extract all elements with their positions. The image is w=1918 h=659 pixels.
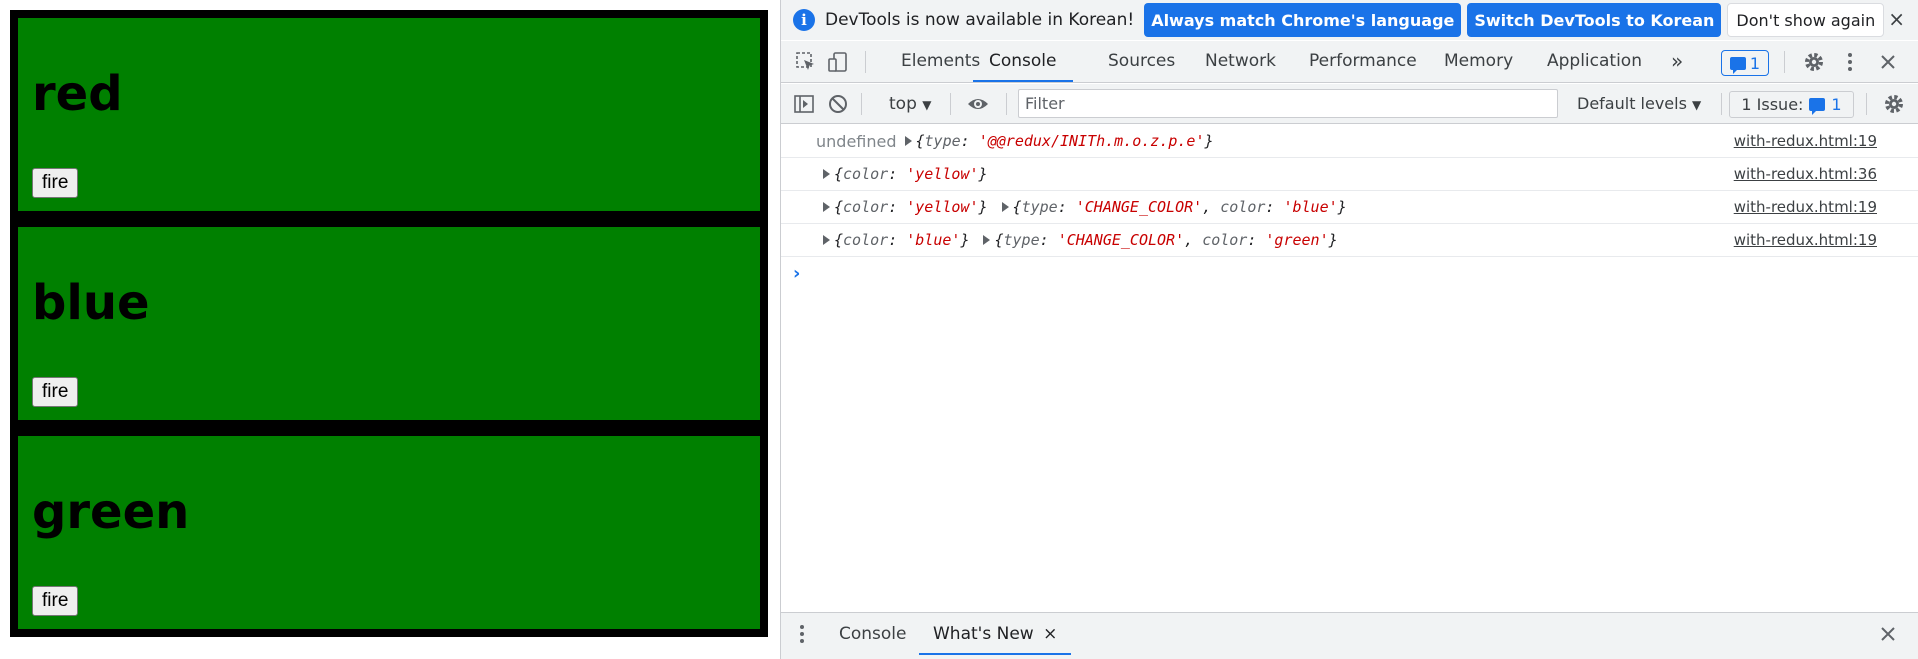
message-icon bbox=[1729, 56, 1746, 74]
info-icon: i bbox=[793, 9, 815, 31]
tab-console[interactable]: Console bbox=[973, 41, 1073, 82]
expand-triangle-icon[interactable] bbox=[983, 235, 991, 245]
fire-button[interactable]: fire bbox=[32, 377, 79, 407]
dont-show-again-button[interactable]: Don't show again bbox=[1727, 3, 1885, 37]
language-infobar: i DevTools is now available in Korean! A… bbox=[781, 0, 1918, 40]
chevron-down-icon: ▼ bbox=[922, 98, 932, 112]
tab-elements[interactable]: Elements bbox=[901, 41, 980, 82]
console-toolbar: top ▼ Default levels ▼ 1 Issue: 1 bbox=[781, 84, 1918, 124]
source-link[interactable]: with-redux.html:19 bbox=[1734, 198, 1877, 216]
web-page: red fire blue fire green fire bbox=[0, 0, 780, 659]
kebab-menu-icon[interactable] bbox=[1837, 49, 1863, 75]
match-language-button[interactable]: Always match Chrome's language bbox=[1144, 3, 1462, 37]
fire-button[interactable]: fire bbox=[32, 168, 79, 198]
box-title: blue bbox=[32, 275, 150, 331]
inspect-element-icon[interactable] bbox=[793, 49, 819, 75]
levels-label: Default levels bbox=[1577, 94, 1687, 113]
device-toolbar-icon[interactable] bbox=[825, 49, 851, 75]
close-devtools-icon[interactable] bbox=[1875, 49, 1901, 75]
console-row: {color: 'blue'} {type: 'CHANGE_COLOR', c… bbox=[781, 224, 1918, 257]
log-object[interactable]: {color: 'blue'} bbox=[834, 231, 969, 249]
tab-network[interactable]: Network bbox=[1205, 41, 1276, 82]
drawer-menu-icon[interactable] bbox=[789, 621, 815, 647]
tab-application[interactable]: Application bbox=[1547, 41, 1642, 82]
console-row: {color: 'yellow'} {type: 'CHANGE_COLOR',… bbox=[781, 191, 1918, 224]
bottom-drawer: Console What's New × bbox=[781, 612, 1918, 659]
console-row: undefined {type: '@@redux/INITh.m.o.z.p.… bbox=[781, 125, 1918, 158]
sidebar-toggle-icon[interactable] bbox=[791, 91, 817, 117]
clear-console-icon[interactable] bbox=[825, 91, 851, 117]
filter-input[interactable] bbox=[1018, 89, 1558, 118]
expand-triangle-icon[interactable] bbox=[823, 169, 830, 179]
drawer-tab-label: What's New bbox=[933, 624, 1034, 644]
box-title: green bbox=[32, 484, 190, 540]
source-link[interactable]: with-redux.html:19 bbox=[1734, 132, 1877, 150]
expand-triangle-icon[interactable] bbox=[904, 136, 912, 146]
console-prompt[interactable]: › bbox=[793, 263, 1918, 284]
log-object[interactable]: {type: 'CHANGE_COLOR', color: 'green'} bbox=[994, 231, 1337, 249]
source-link[interactable]: with-redux.html:36 bbox=[1734, 165, 1877, 183]
source-link[interactable]: with-redux.html:19 bbox=[1734, 231, 1877, 249]
color-box-blue: blue fire bbox=[10, 219, 768, 428]
fire-button[interactable]: fire bbox=[32, 586, 79, 616]
log-object[interactable]: {type: '@@redux/INITh.m.o.z.p.e'} bbox=[916, 132, 1214, 150]
log-object[interactable]: {color: 'yellow'} bbox=[834, 198, 988, 216]
messages-count: 1 bbox=[1749, 53, 1761, 73]
box-title: red bbox=[32, 66, 123, 122]
close-drawer-icon[interactable] bbox=[1875, 621, 1901, 647]
issues-label: 1 Issue: bbox=[1741, 95, 1804, 114]
settings-gear-icon[interactable] bbox=[1801, 49, 1827, 75]
console-row: {color: 'yellow'} with-redux.html:36 bbox=[781, 158, 1918, 191]
tab-memory[interactable]: Memory bbox=[1444, 41, 1513, 82]
console-output: undefined {type: '@@redux/INITh.m.o.z.p.… bbox=[781, 125, 1918, 284]
live-expression-eye-icon[interactable] bbox=[965, 91, 991, 117]
devtools-panel: i DevTools is now available in Korean! A… bbox=[780, 0, 1918, 659]
color-box-red: red fire bbox=[10, 10, 768, 219]
screen: red fire blue fire green fire i DevTools… bbox=[0, 0, 1918, 659]
expand-triangle-icon[interactable] bbox=[823, 235, 830, 245]
expand-triangle-icon[interactable] bbox=[1001, 202, 1009, 212]
context-selector[interactable]: top ▼ bbox=[889, 94, 932, 114]
color-box-green: green fire bbox=[10, 428, 768, 637]
more-tabs-icon[interactable]: » bbox=[1671, 41, 1683, 82]
tab-performance[interactable]: Performance bbox=[1309, 41, 1417, 82]
log-object[interactable]: {color: 'yellow'} bbox=[834, 165, 988, 183]
console-settings-gear-icon[interactable] bbox=[1881, 91, 1907, 117]
issues-button[interactable]: 1 Issue: 1 bbox=[1729, 91, 1854, 118]
context-value: top bbox=[889, 94, 917, 114]
message-icon bbox=[1809, 98, 1826, 115]
log-object[interactable]: {type: 'CHANGE_COLOR', color: 'blue'} bbox=[1013, 198, 1347, 216]
messages-badge[interactable]: 1 bbox=[1721, 50, 1769, 76]
infobar-message: DevTools is now available in Korean! bbox=[825, 10, 1135, 30]
drawer-tab-console[interactable]: Console bbox=[839, 613, 907, 655]
issues-count: 1 bbox=[1831, 95, 1842, 114]
expand-triangle-icon[interactable] bbox=[823, 202, 830, 212]
main-tabbar: Elements Console Sources Network Perform… bbox=[781, 41, 1918, 83]
log-levels-dropdown[interactable]: Default levels ▼ bbox=[1577, 94, 1701, 113]
log-prefix: undefined bbox=[816, 131, 897, 151]
tab-sources[interactable]: Sources bbox=[1108, 41, 1175, 82]
chevron-down-icon: ▼ bbox=[1692, 98, 1702, 112]
switch-language-button[interactable]: Switch DevTools to Korean bbox=[1467, 3, 1722, 37]
close-icon[interactable]: × bbox=[1888, 7, 1905, 31]
close-icon[interactable]: × bbox=[1043, 624, 1057, 644]
drawer-tab-whats-new[interactable]: What's New × bbox=[919, 613, 1072, 655]
